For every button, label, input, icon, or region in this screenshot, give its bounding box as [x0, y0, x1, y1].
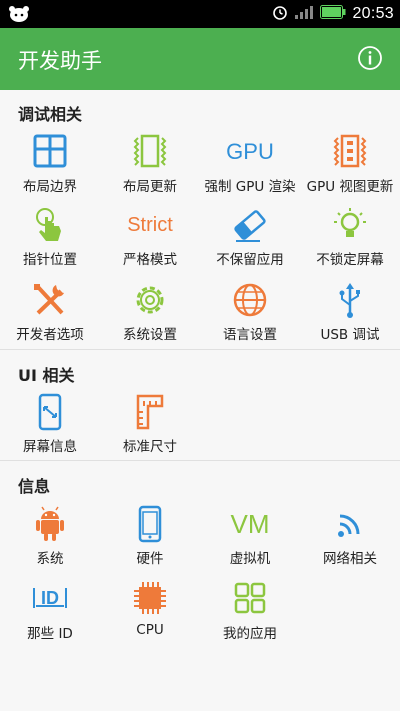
globe-icon [233, 283, 267, 317]
item-screen-info[interactable]: 屏幕信息 [0, 393, 100, 455]
wifi-icon [338, 514, 360, 537]
item-label: 布局更新 [123, 179, 177, 195]
item-stay-awake[interactable]: 不锁定屏幕 [300, 206, 400, 268]
item-label: USB 调试 [320, 327, 380, 343]
item-pointer-location[interactable]: 指针位置 [0, 206, 100, 268]
item-developer-options[interactable]: 开发者选项 [0, 281, 100, 343]
status-bar: 20:53 [0, 0, 400, 28]
item-label: 硬件 [136, 551, 164, 567]
item-label: 语言设置 [223, 327, 277, 343]
tools-icon [34, 284, 64, 315]
app-title: 开发助手 [18, 49, 102, 73]
item-label: 我的应用 [223, 626, 277, 642]
alarm-icon [272, 4, 288, 24]
item-virtual-machine[interactable]: VM 虚拟机 [200, 505, 300, 567]
section-divider [0, 349, 400, 350]
item-label: 系统设置 [123, 327, 177, 343]
item-label: 虚拟机 [229, 551, 271, 567]
svg-text:ID: ID [41, 588, 59, 608]
section-divider [0, 460, 400, 461]
item-system-settings[interactable]: 系统设置 [100, 281, 200, 343]
item-label: 指针位置 [23, 252, 77, 268]
item-cpu[interactable]: CPU [100, 580, 200, 638]
id-icon: ID [33, 588, 67, 608]
phone-icon [138, 505, 162, 543]
phone-screen-icon [38, 393, 62, 431]
gpu-view-update-icon [333, 134, 367, 168]
gear-icon [136, 286, 164, 314]
item-label: 不保留应用 [216, 252, 284, 268]
vm-text-icon: VM [230, 509, 270, 539]
item-layout-bounds[interactable]: 布局边界 [0, 133, 100, 195]
item-label: 布局边界 [23, 179, 77, 195]
cpu-chip-icon [134, 582, 166, 614]
item-ids[interactable]: ID 那些 ID [0, 580, 100, 642]
item-label: GPU 视图更新 [306, 179, 394, 195]
apps-grid-icon [234, 582, 266, 614]
item-label: 严格模式 [123, 252, 177, 268]
item-hardware[interactable]: 硬件 [100, 505, 200, 567]
item-system[interactable]: 系统 [0, 505, 100, 567]
item-label: 不锁定屏幕 [316, 252, 384, 268]
item-label: 标准尺寸 [123, 439, 177, 455]
gpu-text-icon: GPU [226, 139, 274, 164]
item-standard-size[interactable]: 标准尺寸 [100, 393, 200, 455]
item-label: 屏幕信息 [23, 439, 77, 455]
item-dont-keep-activities[interactable]: 不保留应用 [200, 206, 300, 268]
item-label: 强制 GPU 渲染 [204, 179, 296, 195]
android-icon [36, 506, 64, 541]
eraser-icon [234, 210, 266, 242]
item-label: CPU [136, 622, 164, 638]
item-force-gpu[interactable]: GPU 强制 GPU 渲染 [200, 133, 300, 195]
layout-bounds-icon [33, 134, 67, 168]
item-network[interactable]: 网络相关 [300, 505, 400, 567]
clock-time: 20:53 [352, 5, 394, 22]
item-strict-mode[interactable]: Strict 严格模式 [100, 206, 200, 268]
usb-icon [339, 283, 360, 318]
lightbulb-icon [334, 208, 366, 237]
strict-text-icon: Strict [127, 214, 173, 236]
battery-icon [320, 5, 346, 23]
item-label: 系统 [36, 551, 64, 567]
item-layout-update[interactable]: 布局更新 [100, 133, 200, 195]
item-label: 网络相关 [323, 551, 377, 567]
item-label: 开发者选项 [16, 327, 84, 343]
signal-icon [294, 5, 314, 23]
section-title-ui: UI 相关 [18, 366, 75, 385]
section-title-debug: 调试相关 [18, 105, 83, 124]
info-icon [358, 46, 382, 70]
item-usb-debugging[interactable]: USB 调试 [300, 281, 400, 343]
section-title-info: 信息 [18, 477, 51, 496]
app-bar: 开发助手 [0, 28, 400, 90]
info-button[interactable] [356, 44, 384, 72]
pointer-hand-icon [36, 208, 61, 241]
ruler-icon [136, 394, 164, 430]
layout-update-icon [133, 134, 167, 168]
item-label: 那些 ID [27, 626, 73, 642]
notification-icon [8, 5, 30, 27]
item-my-apps[interactable]: 我的应用 [200, 580, 300, 642]
item-language-settings[interactable]: 语言设置 [200, 281, 300, 343]
item-gpu-view-update[interactable]: GPU 视图更新 [300, 133, 400, 195]
